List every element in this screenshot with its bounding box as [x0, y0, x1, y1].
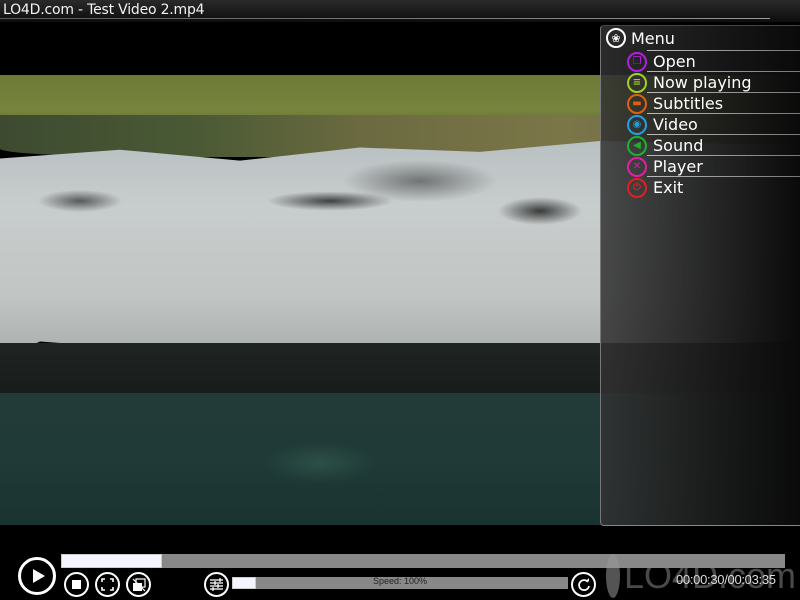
fullscreen-button[interactable]: [95, 572, 120, 597]
menu-item-label: Player: [653, 157, 703, 176]
menu-item-video[interactable]: ◉ Video: [627, 114, 800, 135]
window-mode-icon: [132, 577, 146, 591]
time-display: 00:00:30/00:03:35: [676, 572, 776, 587]
menu-item-now-playing[interactable]: ≡ Now playing: [627, 72, 800, 93]
camera-icon: ◉: [627, 114, 647, 135]
fullscreen-icon: [101, 578, 114, 591]
side-menu-panel: ❀ Menu ❐ Open ≡ Now playing ▬ Subtitles …: [600, 25, 800, 526]
open-icon: ❐: [627, 51, 647, 72]
menu-item-subtitles[interactable]: ▬ Subtitles: [627, 93, 800, 114]
menu-item-label: Now playing: [653, 73, 752, 92]
stop-icon: [72, 580, 81, 589]
menu-item-label: Sound: [653, 136, 704, 155]
play-button[interactable]: [18, 557, 56, 595]
window-mode-button[interactable]: [126, 572, 151, 597]
title-bar: LO4D.com - Test Video 2.mp4: [0, 0, 800, 22]
equalizer-button[interactable]: [204, 572, 229, 597]
menu-item-label: Video: [653, 115, 698, 134]
menu-item-label: Subtitles: [653, 94, 724, 113]
menu-item-open[interactable]: ❐ Open: [627, 51, 800, 72]
window-title: LO4D.com - Test Video 2.mp4: [3, 2, 205, 18]
seek-bar[interactable]: [61, 554, 785, 568]
speed-label: Speed: 100%: [372, 576, 428, 586]
play-icon: [33, 569, 45, 583]
repeat-icon: [577, 577, 590, 591]
repeat-button[interactable]: [571, 572, 596, 597]
seek-bar-fill: [61, 554, 163, 568]
menu-item-exit[interactable]: ⏻ Exit: [627, 177, 800, 198]
playlist-icon: ≡: [627, 72, 647, 93]
menu-item-sound[interactable]: ◀ Sound: [627, 135, 800, 156]
power-icon: ⏻: [627, 177, 647, 198]
menu-item-label: Exit: [653, 178, 684, 197]
tools-icon: ✕: [627, 156, 647, 177]
stop-button[interactable]: [64, 572, 89, 597]
menu-item-label: Open: [653, 52, 696, 71]
equalizer-icon: [210, 578, 223, 591]
menu-title: Menu: [631, 28, 675, 48]
subtitles-icon: ▬: [627, 93, 647, 114]
speaker-icon: ◀: [627, 135, 647, 156]
menu-header[interactable]: ❀ Menu: [606, 27, 675, 49]
menu-flower-icon: ❀: [606, 28, 626, 48]
speed-slider[interactable]: Speed: 100%: [232, 576, 568, 589]
menu-item-player[interactable]: ✕ Player: [627, 156, 800, 177]
